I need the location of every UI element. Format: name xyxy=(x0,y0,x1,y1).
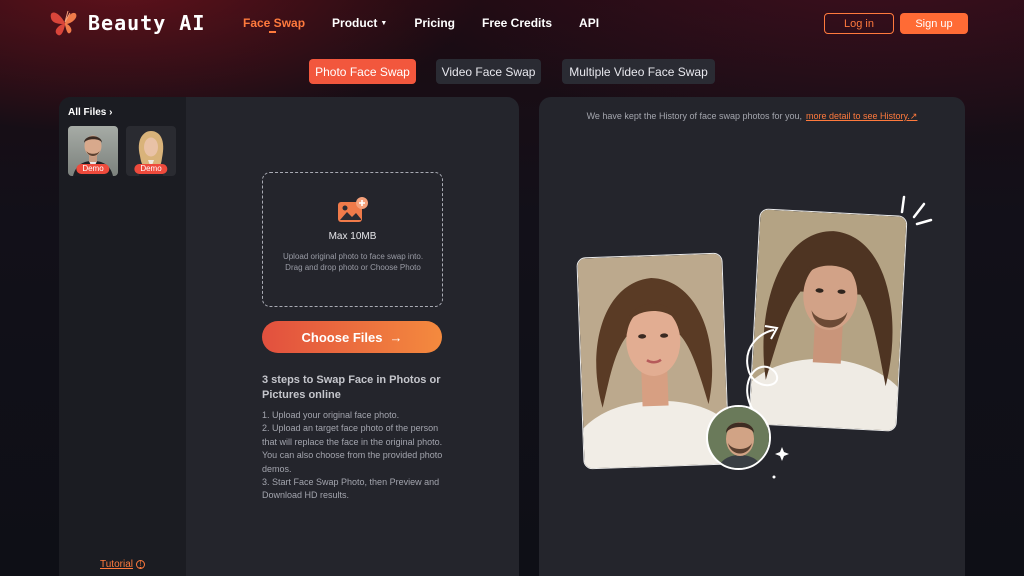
nav-face-swap[interactable]: Face Swap xyxy=(243,16,305,33)
demo-thumb-man[interactable]: Demo xyxy=(68,126,118,176)
chevron-right-icon: › xyxy=(109,107,113,118)
arrow-right-icon: → xyxy=(389,329,403,345)
login-button[interactable]: Log in xyxy=(824,13,894,34)
nav-product[interactable]: Product ▼ xyxy=(332,16,387,30)
tab-multiple-video-face-swap[interactable]: Multiple Video Face Swap xyxy=(562,59,715,84)
demo-badge: Demo xyxy=(76,164,110,174)
signup-button[interactable]: Sign up xyxy=(900,13,968,34)
upload-panel: All Files › Demo Demo Tutorial ! Max 10M… xyxy=(59,97,519,576)
tab-video-face-swap[interactable]: Video Face Swap xyxy=(436,59,541,84)
mode-tabs: Photo Face Swap Video Face Swap Multiple… xyxy=(0,59,1024,85)
files-sidebar: All Files › Demo Demo Tutorial ! xyxy=(59,97,186,576)
main-nav: Face Swap Product ▼ Pricing Free Credits … xyxy=(243,16,626,33)
preview-panel: We have kept the History of face swap ph… xyxy=(539,97,965,576)
choose-files-button[interactable]: Choose Files → xyxy=(262,321,442,353)
upload-dropzone[interactable]: Max 10MB Upload original photo to face s… xyxy=(262,172,443,307)
brand-name: Beauty AI xyxy=(88,11,206,35)
info-icon: ! xyxy=(135,560,145,569)
history-link[interactable]: more detail to see History.↗ xyxy=(806,111,917,121)
steps-title: 3 steps to Swap Face in Photos or Pictur… xyxy=(262,374,441,401)
steps-list: 1. Upload your original face photo. 2. U… xyxy=(262,409,447,503)
history-notice: We have kept the History of face swap ph… xyxy=(586,111,918,121)
step-item: 3. Start Face Swap Photo, then Preview a… xyxy=(262,477,440,501)
max-size-label: Max 10MB xyxy=(328,231,377,242)
logo[interactable]: Beauty AI xyxy=(48,8,205,38)
upload-hint: Upload original photo to face swap into.… xyxy=(282,252,424,272)
header: Beauty AI Face Swap Product ▼ Pricing Fre… xyxy=(0,0,1024,48)
chevron-down-icon: ▼ xyxy=(380,19,388,27)
demo-badge: Demo xyxy=(134,164,168,174)
all-files-link[interactable]: All Files › xyxy=(68,107,112,118)
target-face-avatar xyxy=(706,405,771,470)
demo-thumb-woman[interactable]: Demo xyxy=(126,126,176,176)
butterfly-logo-icon xyxy=(50,10,77,36)
nav-pricing[interactable]: Pricing xyxy=(414,16,455,30)
step-item: 1. Upload your original face photo. xyxy=(262,410,400,420)
nav-free-credits[interactable]: Free Credits xyxy=(482,16,552,30)
step-item: 2. Upload an target face photo of the pe… xyxy=(262,423,443,474)
tutorial-link[interactable]: Tutorial ! xyxy=(100,559,145,570)
tab-photo-face-swap[interactable]: Photo Face Swap xyxy=(309,59,416,84)
add-image-icon xyxy=(338,197,368,222)
nav-api[interactable]: API xyxy=(579,16,599,30)
